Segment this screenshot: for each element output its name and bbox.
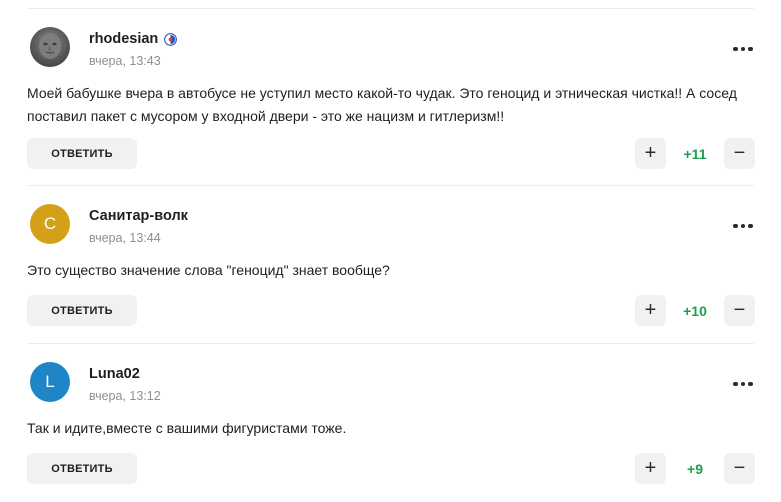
avatar-letter: С bbox=[43, 214, 57, 233]
top-divider bbox=[27, 8, 754, 9]
comment-divider bbox=[27, 185, 754, 186]
plus-icon: + bbox=[644, 457, 657, 479]
comment-timestamp: вчера, 13:12 bbox=[89, 389, 161, 403]
username-text[interactable]: Luna02 bbox=[89, 366, 140, 382]
comment-text: Так и идите,вместе с вашими фигуристами … bbox=[27, 420, 347, 436]
downvote-button[interactable]: − bbox=[724, 453, 755, 484]
avatar-letter: L bbox=[45, 372, 55, 391]
comment-text: Моей бабушке вчера в автобусе не уступил… bbox=[27, 85, 737, 124]
downvote-button[interactable]: − bbox=[724, 138, 755, 169]
comment-author[interactable]: Санитар-волк bbox=[89, 208, 188, 224]
reply-button[interactable]: ОТВЕТИТЬ bbox=[27, 295, 137, 326]
comment-author[interactable]: Luna02 bbox=[89, 366, 140, 382]
comment-text: Это существо значение слова "геноцид" зн… bbox=[27, 262, 390, 278]
upvote-button[interactable]: + bbox=[635, 453, 666, 484]
comment-divider bbox=[27, 343, 754, 344]
more-options-icon[interactable] bbox=[733, 46, 753, 52]
upvote-button[interactable]: + bbox=[635, 138, 666, 169]
comment-timestamp: вчера, 13:44 bbox=[89, 231, 161, 245]
minus-icon: − bbox=[733, 457, 746, 479]
more-options-icon[interactable] bbox=[733, 223, 753, 229]
user-badge-icon bbox=[164, 32, 178, 46]
avatar[interactable] bbox=[30, 27, 70, 67]
downvote-button[interactable]: − bbox=[724, 295, 755, 326]
more-options-icon[interactable] bbox=[733, 381, 753, 387]
minus-icon: − bbox=[733, 299, 746, 321]
comment-timestamp: вчера, 13:43 bbox=[89, 54, 161, 68]
username-text[interactable]: Санитар-волк bbox=[89, 208, 188, 224]
plus-icon: + bbox=[644, 299, 657, 321]
comment-item: rhodesian вчера, 13:43 Моей бабушке вчер… bbox=[0, 10, 781, 169]
avatar[interactable]: L bbox=[30, 362, 70, 402]
avatar[interactable]: С bbox=[30, 204, 70, 244]
comment-item: L Luna02 вчера, 13:12 Так и идите,вместе… bbox=[0, 345, 781, 502]
comment-author[interactable]: rhodesian bbox=[89, 31, 178, 47]
comment-score: +9 bbox=[687, 461, 703, 477]
reply-button[interactable]: ОТВЕТИТЬ bbox=[27, 138, 137, 169]
minus-icon: − bbox=[733, 142, 746, 164]
plus-icon: + bbox=[644, 142, 657, 164]
upvote-button[interactable]: + bbox=[635, 295, 666, 326]
username-text[interactable]: rhodesian bbox=[89, 31, 158, 47]
comment-score: +11 bbox=[683, 146, 707, 162]
comment-score: +10 bbox=[683, 303, 707, 319]
comment-item: С Санитар-волк вчера, 13:44 Это существо… bbox=[0, 187, 781, 344]
reply-button[interactable]: ОТВЕТИТЬ bbox=[27, 453, 137, 484]
user-photo-icon bbox=[39, 33, 61, 59]
